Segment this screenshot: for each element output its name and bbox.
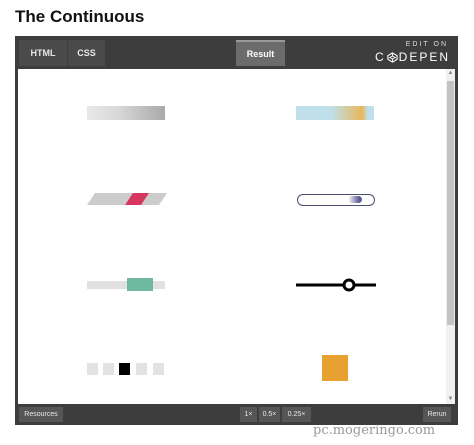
scroll-thumb[interactable] [447,81,454,325]
edit-on-label: EDIT ON [405,41,448,48]
step-square [136,363,147,375]
tab-css[interactable]: CSS [68,40,105,66]
tab-result[interactable]: Result [236,40,285,66]
step-square-active [119,363,130,375]
codepen-logo: C DEPEN [375,50,450,64]
watermark-text: pc.mogeringo.com [313,423,436,438]
loader-stepping-squares [87,363,165,375]
zoom-1x-button[interactable]: 1× [240,407,257,422]
loader-blue-orange-bar [296,106,374,120]
loader-skewed-stripe-bar [87,193,167,205]
loader-line-ring [296,278,376,292]
comet-dot [348,196,362,203]
resources-button[interactable]: Resources [19,407,63,422]
zoom-025x-button[interactable]: 0.25× [282,407,311,422]
loader-gray-gradient-bar [87,106,165,120]
scroll-down-arrow-icon[interactable]: ▼ [446,395,455,404]
step-square [103,363,114,375]
codepen-logo-right: DEPEN [398,50,450,64]
tab-html[interactable]: HTML [19,40,67,66]
step-square [153,363,164,375]
loader-slider-track [87,278,165,291]
rerun-button[interactable]: Rerun [423,407,451,422]
scroll-up-arrow-icon[interactable]: ▲ [446,69,455,78]
embed-bottom-bar: Resources 1× 0.5× 0.25× Rerun [15,404,458,425]
edit-on-codepen-link[interactable]: EDIT ON C DEPEN [372,40,450,66]
loader-orange-square [322,355,348,381]
zoom-05x-button[interactable]: 0.5× [259,407,280,422]
result-scrollbar[interactable]: ▲ ▼ [446,69,455,404]
slider-knob [127,278,153,291]
result-preview [18,69,455,404]
loader-pill-comet [297,194,375,206]
codepen-logo-left: C [374,50,386,64]
codepen-cube-icon [387,51,398,63]
codepen-embed: HTML CSS Result EDIT ON C DEPEN ▲ ▼ Reso… [15,36,458,425]
embed-top-bar: HTML CSS Result EDIT ON C DEPEN [15,36,458,69]
step-square [87,363,98,375]
page-title: The Continuous [15,7,145,26]
